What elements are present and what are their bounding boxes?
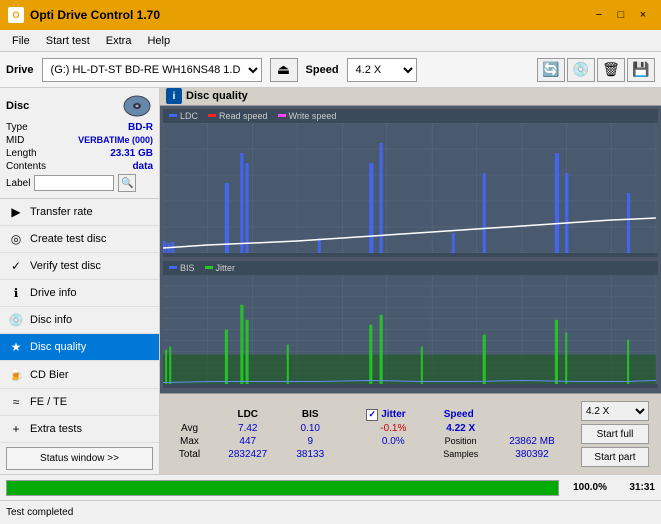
sidebar-item-transfer-rate[interactable]: ▶ Transfer rate — [0, 199, 159, 226]
bis-chart: BIS Jitter — [162, 260, 659, 389]
menu-start-test[interactable]: Start test — [38, 33, 98, 49]
drive-bar: Drive (G:) HL-DT-ST BD-RE WH16NS48 1.D3 … — [0, 52, 661, 88]
drive-eject-button[interactable]: ⏏ — [270, 58, 298, 82]
disc-quality-icon: ★ — [8, 339, 24, 355]
disc-label-input[interactable] — [34, 175, 114, 191]
sidebar-item-label: CD Bier — [30, 369, 69, 381]
drive-refresh-button[interactable]: 🔄 — [537, 58, 565, 82]
disc-image — [121, 94, 153, 118]
charts-area: LDC Read speed Write speed — [160, 106, 661, 394]
menu-help[interactable]: Help — [139, 33, 178, 49]
title-bar: O Opti Drive Control 1.70 − □ × — [0, 0, 661, 30]
minimize-button[interactable]: − — [589, 6, 609, 24]
progress-area: 100.0% 31:31 — [0, 474, 661, 500]
sidebar-item-cd-bier[interactable]: 🍺 CD Bier — [0, 361, 159, 388]
window-controls: − □ × — [589, 6, 653, 24]
app-title: Opti Drive Control 1.70 — [30, 8, 160, 22]
drive-erase-button[interactable]: 🗑 — [597, 58, 625, 82]
ldc-chart: LDC Read speed Write speed — [162, 108, 659, 258]
sidebar-item-extra-tests[interactable]: + Extra tests — [0, 416, 159, 443]
stats-area: LDC BIS ✓ Jitter Speed — [160, 393, 661, 474]
cd-bier-icon: 🍺 — [8, 367, 24, 383]
disc-label-row: Label 🔍 — [6, 174, 153, 192]
close-button[interactable]: × — [633, 6, 653, 24]
progress-percent: 100.0% — [567, 482, 607, 493]
disc-quality-header: i Disc quality — [160, 88, 661, 106]
drive-burn-button[interactable]: 💿 — [567, 58, 595, 82]
write-speed-legend: Write speed — [278, 111, 337, 121]
drive-label: Drive — [6, 64, 34, 76]
speed-select[interactable]: 4.2 X — [347, 58, 417, 82]
start-part-button[interactable]: Start part — [581, 447, 649, 467]
ldc-chart-svg: 500 400 300 200 100 18X 16X 14X 12X 10X … — [163, 123, 658, 253]
sidebar-item-label: Drive info — [30, 287, 76, 299]
disc-contents-row: Contents data — [6, 161, 153, 172]
status-bar: Test completed — [0, 500, 661, 524]
menu-bar: File Start test Extra Help — [0, 30, 661, 52]
sidebar-item-disc-info[interactable]: 💿 Disc info — [0, 307, 159, 334]
stats-table: LDC BIS ✓ Jitter Speed — [166, 408, 571, 461]
drive-action-buttons: 🔄 💿 🗑 💾 — [537, 58, 655, 82]
stats-total-row: Total 2832427 38133 Samples 380392 — [166, 448, 571, 461]
speed-label: Speed — [306, 64, 339, 76]
disc-header: Disc — [6, 94, 153, 118]
disc-mid-row: MID VERBATIMe (000) — [6, 135, 153, 146]
sidebar-item-label: Create test disc — [30, 233, 106, 245]
disc-panel: Disc Type BD-R MID VERBATIMe (000) Lengt… — [0, 88, 159, 199]
drive-save-button[interactable]: 💾 — [627, 58, 655, 82]
jitter-checkbox-row: ✓ Jitter — [366, 409, 420, 421]
jitter-legend: Jitter — [205, 263, 236, 273]
create-test-icon: ◎ — [8, 231, 24, 247]
sidebar-item-verify[interactable]: ✓ Verify test disc — [0, 253, 159, 280]
disc-info-icon: 💿 — [8, 312, 24, 328]
disc-label-button[interactable]: 🔍 — [118, 174, 136, 192]
progress-bar-inner — [7, 481, 558, 495]
disc-quality-title: Disc quality — [186, 90, 248, 102]
transfer-rate-icon: ▶ — [8, 204, 24, 220]
stats-speed-select[interactable]: 4.2 X — [581, 401, 649, 421]
title-bar-left: O Opti Drive Control 1.70 — [8, 7, 160, 23]
sidebar-item-disc-quality[interactable]: ★ Disc quality — [0, 334, 159, 361]
sidebar-item-label: Disc quality — [30, 341, 86, 353]
start-full-button[interactable]: Start full — [581, 424, 649, 444]
extra-tests-icon: + — [8, 421, 24, 437]
sidebar-item-label: FE / TE — [30, 396, 67, 408]
bis-chart-svg: 10 9 8 7 6 5 4 3 2 1 10% 8% 6% 4% 2% — [163, 275, 658, 384]
disc-section-title: Disc — [6, 100, 29, 112]
jitter-checkbox[interactable]: ✓ — [366, 409, 378, 421]
sidebar-item-label: Disc info — [30, 314, 72, 326]
verify-icon: ✓ — [8, 258, 24, 274]
ldc-legend: LDC — [169, 111, 198, 121]
menu-file[interactable]: File — [4, 33, 38, 49]
progress-time: 31:31 — [615, 482, 655, 493]
bis-legend: BIS — [169, 263, 195, 273]
main-layout: Disc Type BD-R MID VERBATIMe (000) Lengt… — [0, 88, 661, 474]
menu-extra[interactable]: Extra — [98, 33, 140, 49]
stats-avg-row: Avg 7.42 0.10 -0.1% 4.22 X — [166, 422, 571, 435]
maximize-button[interactable]: □ — [611, 6, 631, 24]
status-window-button[interactable]: Status window >> — [6, 447, 153, 470]
sidebar-item-label: Verify test disc — [30, 260, 101, 272]
sidebar-item-fe-te[interactable]: ≈ FE / TE — [0, 389, 159, 416]
sidebar: Disc Type BD-R MID VERBATIMe (000) Lengt… — [0, 88, 160, 474]
sidebar-item-label: Extra tests — [30, 423, 82, 435]
status-text: Test completed — [6, 507, 73, 518]
sidebar-item-create-test[interactable]: ◎ Create test disc — [0, 226, 159, 253]
disc-type-row: Type BD-R — [6, 122, 153, 133]
content-area: i Disc quality LDC Read speed — [160, 88, 661, 474]
disc-quality-header-icon: i — [166, 88, 182, 104]
fe-te-icon: ≈ — [8, 394, 24, 410]
read-speed-legend: Read speed — [208, 111, 268, 121]
stats-max-row: Max 447 9 0.0% Position 23862 MB — [166, 435, 571, 448]
drive-info-icon: ℹ — [8, 285, 24, 301]
sidebar-item-drive-info[interactable]: ℹ Drive info — [0, 280, 159, 307]
drive-select[interactable]: (G:) HL-DT-ST BD-RE WH16NS48 1.D3 — [42, 58, 262, 82]
sidebar-item-label: Transfer rate — [30, 206, 93, 218]
disc-length-row: Length 23.31 GB — [6, 148, 153, 159]
app-icon: O — [8, 7, 24, 23]
progress-bar-outer — [6, 480, 559, 496]
